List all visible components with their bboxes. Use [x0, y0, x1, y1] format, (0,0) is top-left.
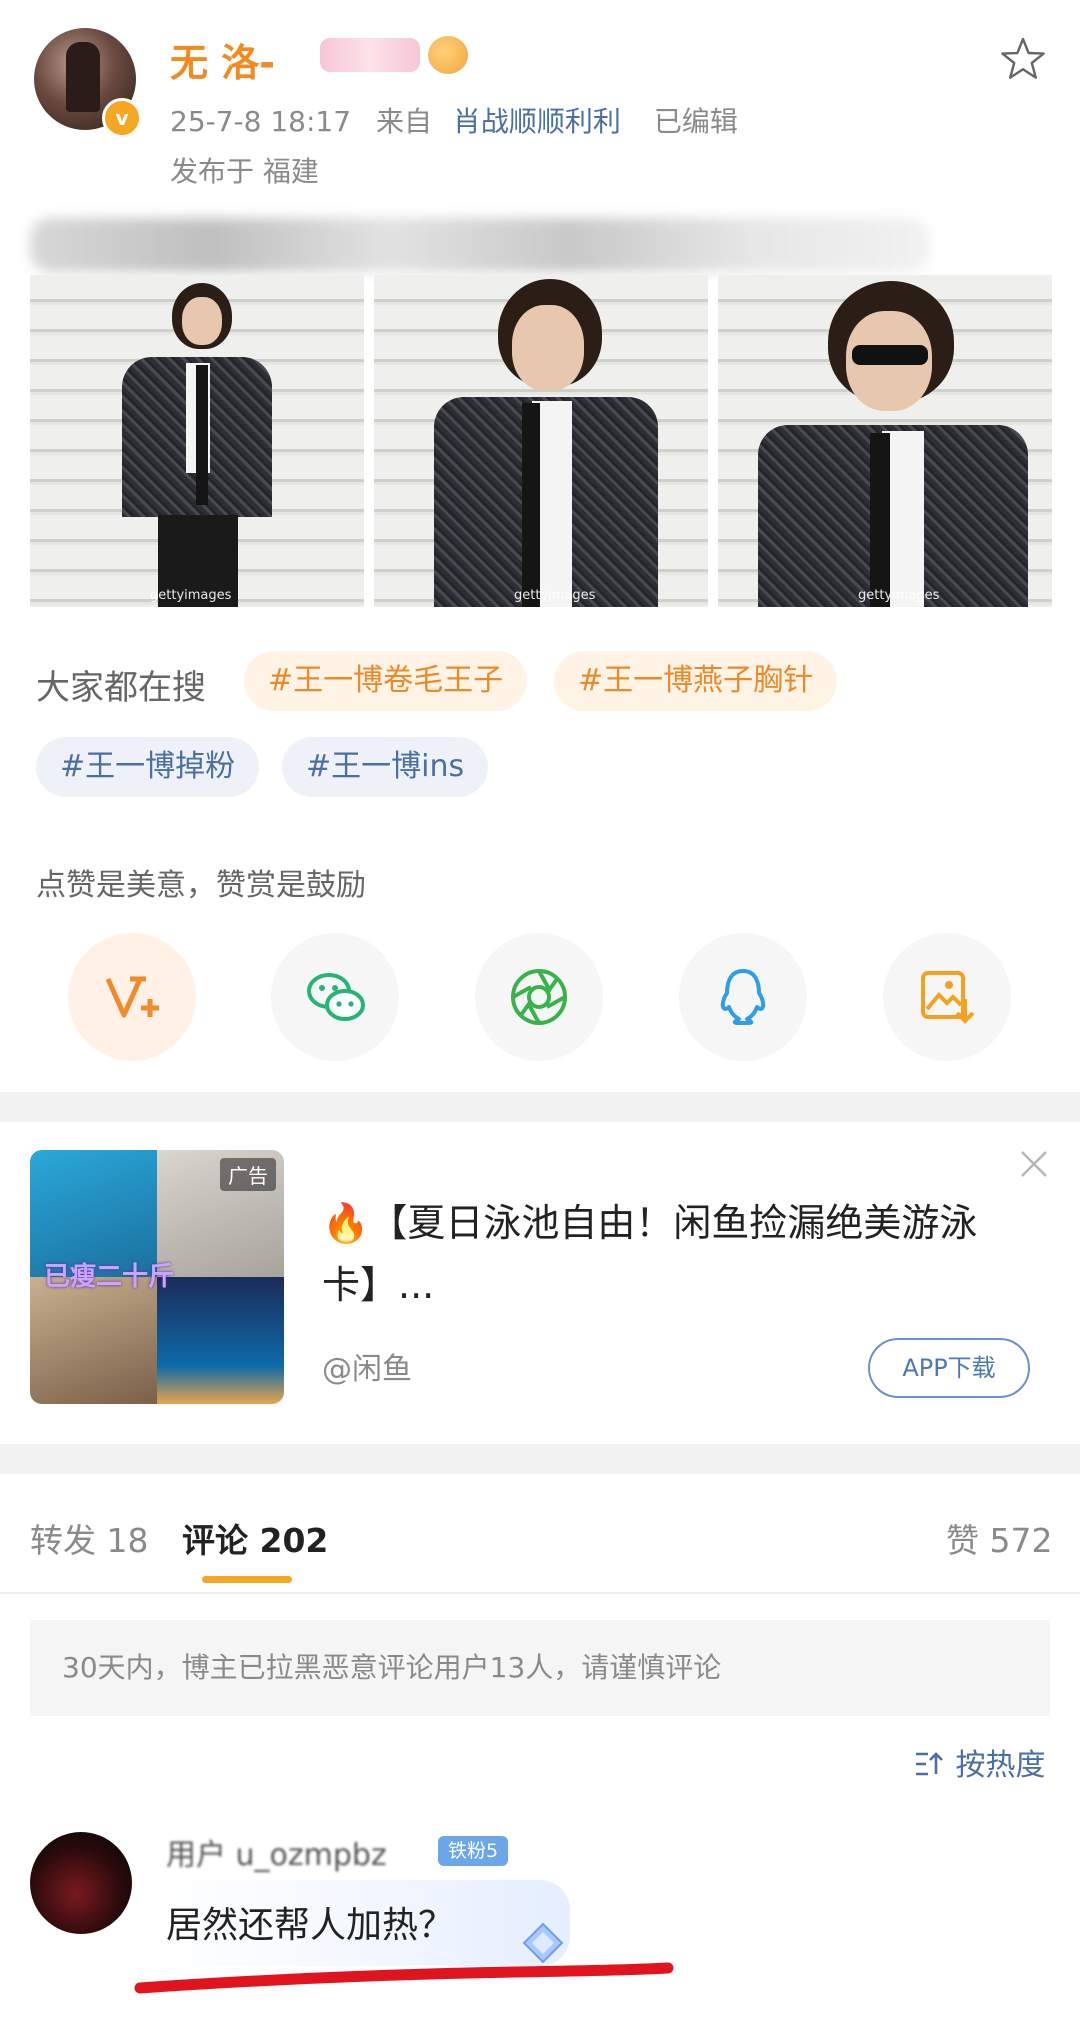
wechat-icon	[307, 973, 365, 1021]
commenter-avatar[interactable]	[30, 1832, 132, 1934]
reward-button[interactable]	[68, 933, 196, 1061]
post-location: 发布于 福建	[170, 155, 319, 188]
post-source-link[interactable]: 肖战顺顺利利	[453, 105, 621, 138]
reward-v-icon	[105, 976, 159, 1018]
blurred-post-text	[30, 218, 930, 272]
qq-icon	[720, 969, 766, 1025]
ad-image[interactable]: 广告 已瘦二十斤	[30, 1150, 284, 1404]
save-image-icon	[921, 971, 975, 1024]
commenter-name[interactable]: 用户 u_ozmpbz	[166, 1830, 387, 1874]
post-photo-3[interactable]: gettyimages	[718, 275, 1052, 607]
share-qq-button[interactable]	[679, 933, 807, 1061]
sort-icon	[916, 1752, 943, 1776]
tab-divider	[0, 1592, 1080, 1594]
post-meta: 25-7-8 18:17 来自 肖战顺顺利利 已编辑	[170, 100, 738, 140]
ad-source[interactable]: @闲鱼	[322, 1344, 412, 1388]
from-label: 来自	[375, 105, 432, 138]
trending-tag[interactable]: #王一博掉粉	[36, 737, 260, 797]
photo-watermark: gettyimages	[514, 588, 596, 603]
comment-text: 居然还帮人加热？	[166, 1905, 455, 1946]
blocklist-notice: 30天内，博主已拉黑恶意评论用户13人，请谨慎评论	[30, 1620, 1050, 1716]
favorite-star-icon[interactable]	[1000, 36, 1046, 82]
post-photo-2[interactable]: gettyimages	[374, 275, 708, 607]
reward-hint: 点赞是美意，赞赏是鼓励	[36, 868, 366, 903]
section-divider	[0, 1444, 1080, 1474]
tab-likes[interactable]: 赞 572	[946, 1514, 1052, 1562]
name-decoration-icon	[320, 38, 420, 72]
trending-tag[interactable]: #王一博ins	[282, 737, 489, 797]
sort-toggle[interactable]: 按热度	[914, 1740, 1046, 1784]
section-divider	[0, 1092, 1080, 1122]
photo-watermark: gettyimages	[150, 588, 232, 603]
share-wechat-button[interactable]	[271, 933, 399, 1061]
close-icon[interactable]	[1018, 1148, 1050, 1180]
post-time: 25-7-8 18:17	[170, 105, 352, 138]
ad-title[interactable]: 🔥【夏日泳池自由！闲鱼捡漏绝美游泳卡】...	[322, 1192, 1022, 1316]
trending-tag[interactable]: #王一博燕子胸针	[554, 651, 838, 711]
ad-overlay-text: 已瘦二十斤	[44, 1262, 175, 1292]
fish-badge-icon	[428, 36, 468, 74]
red-underline-annotation	[134, 1962, 674, 1994]
edited-label: 已编辑	[653, 105, 738, 138]
trending-tag[interactable]: #王一博卷毛王子	[244, 651, 528, 711]
ad-tag: 广告	[220, 1158, 276, 1191]
verified-badge: v	[102, 98, 142, 138]
fan-level-badge: 铁粉5	[438, 1836, 509, 1866]
save-image-button[interactable]	[883, 933, 1011, 1061]
sort-label: 按热度	[955, 1748, 1046, 1783]
author-name[interactable]: 无 洛-	[170, 32, 275, 87]
trending-search-label: 大家都在搜	[36, 668, 206, 708]
share-moments-button[interactable]	[475, 933, 603, 1061]
app-download-button[interactable]: APP下载	[868, 1338, 1030, 1398]
post-photo-1[interactable]: gettyimages	[30, 275, 364, 607]
photo-watermark: gettyimages	[858, 588, 940, 603]
tab-comments[interactable]: 评论 202	[182, 1514, 328, 1562]
tab-repost[interactable]: 转发 18	[30, 1514, 148, 1562]
active-tab-indicator	[202, 1576, 292, 1583]
moments-icon	[511, 969, 567, 1025]
